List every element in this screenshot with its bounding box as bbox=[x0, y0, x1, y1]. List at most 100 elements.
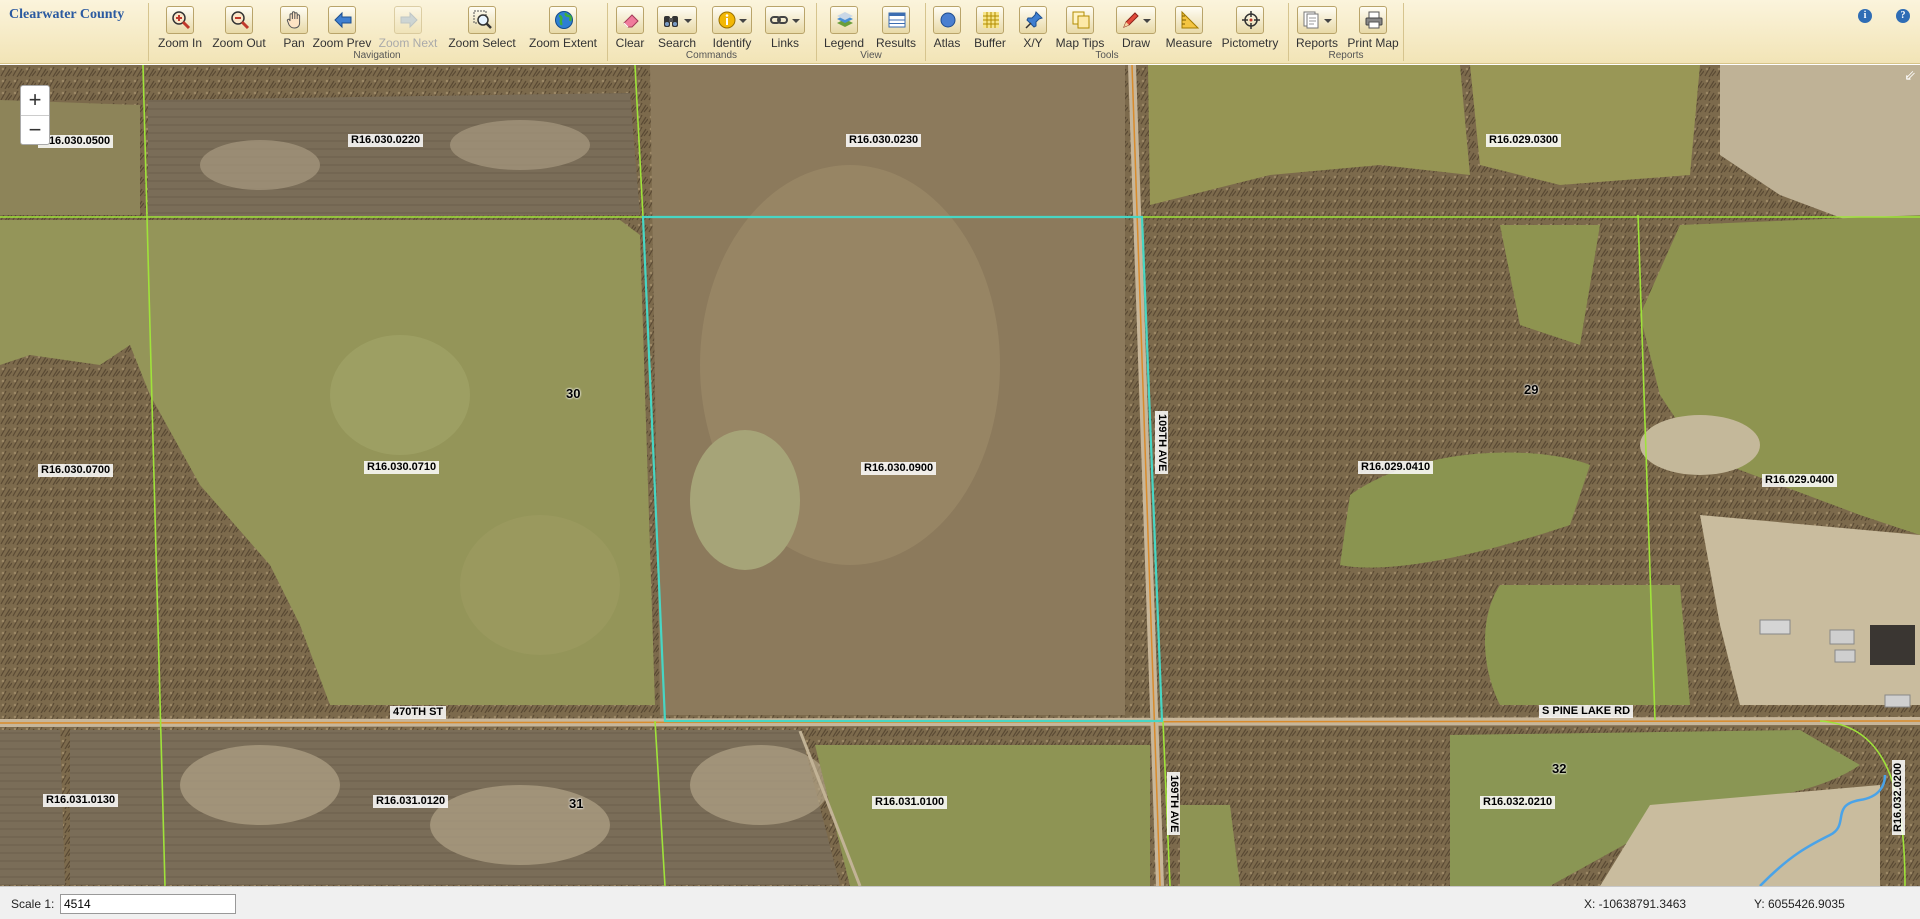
zoom-next-label: Zoom Next bbox=[378, 36, 438, 50]
arrow-left-icon bbox=[328, 6, 356, 34]
parcel-label: R16.031.0100 bbox=[872, 796, 948, 809]
layers-icon bbox=[830, 6, 858, 34]
zoom-control: + − bbox=[20, 85, 50, 145]
clearing bbox=[690, 430, 800, 570]
measure-label: Measure bbox=[1165, 36, 1213, 50]
zoom-extent-button[interactable]: Zoom Extent bbox=[524, 4, 602, 50]
toolbar-separator bbox=[607, 3, 608, 61]
scale-input[interactable] bbox=[60, 894, 236, 914]
parcel-label: R16.029.0410 bbox=[1358, 461, 1434, 474]
toolbar-group-navigation: Zoom In Zoom Out Pan Zoom Prev Zoom Next bbox=[150, 2, 604, 62]
search-label: Search bbox=[657, 36, 697, 50]
hand-icon bbox=[280, 6, 308, 34]
app-title: Clearwater County bbox=[9, 7, 125, 22]
buffer-label: Buffer bbox=[974, 36, 1006, 50]
pencil-icon bbox=[1116, 6, 1156, 34]
x-coordinate: X: -10638791.3463 bbox=[1584, 897, 1687, 911]
parcel-label: R16.030.0710 bbox=[364, 461, 440, 474]
map-zoom-in-button[interactable]: + bbox=[21, 86, 49, 115]
pushpin-icon bbox=[1019, 6, 1047, 34]
zoom-out-icon bbox=[225, 6, 253, 34]
toolbar-separator bbox=[148, 3, 149, 61]
map-tips-button[interactable]: Map Tips bbox=[1049, 4, 1111, 50]
search-button[interactable]: Search bbox=[651, 4, 703, 50]
group-label-tools: Tools bbox=[1095, 50, 1119, 61]
section-number: 29 bbox=[1524, 382, 1539, 397]
reports-icon bbox=[1297, 6, 1337, 34]
draw-button[interactable]: Draw bbox=[1109, 4, 1163, 50]
road-label: 169TH AVE bbox=[1167, 772, 1180, 836]
clear-label: Clear bbox=[615, 36, 645, 50]
zoom-in-icon bbox=[166, 6, 194, 34]
parcel-label: R16.030.0230 bbox=[846, 134, 922, 147]
zoom-in-button[interactable]: Zoom In bbox=[152, 4, 208, 50]
binoculars-icon bbox=[657, 6, 697, 34]
parcel-label: R16.029.0400 bbox=[1762, 474, 1838, 487]
parcel-label: R16.030.0700 bbox=[38, 464, 114, 477]
group-label-navigation: Navigation bbox=[353, 50, 401, 61]
chain-link-icon bbox=[765, 6, 805, 34]
atlas-icon bbox=[933, 6, 961, 34]
arrow-right-icon bbox=[394, 6, 422, 34]
reports-button[interactable]: Reports bbox=[1290, 4, 1344, 50]
zoom-out-label: Zoom Out bbox=[212, 36, 266, 50]
zoom-prev-label: Zoom Prev bbox=[312, 36, 372, 50]
expand-icon[interactable]: ⇙ bbox=[1904, 67, 1916, 84]
table-icon bbox=[882, 6, 910, 34]
parcel-label: R16.030.0220 bbox=[348, 134, 424, 147]
zoom-prev-button[interactable]: Zoom Prev bbox=[310, 4, 374, 50]
field bbox=[815, 745, 1150, 886]
road-label: S PINE LAKE RD bbox=[1539, 705, 1634, 718]
zoom-select-button[interactable]: Zoom Select bbox=[444, 4, 520, 50]
eraser-icon bbox=[616, 6, 644, 34]
pictometry-button[interactable]: Pictometry bbox=[1215, 4, 1285, 50]
toolbar-group-view: Legend Results View bbox=[818, 2, 924, 62]
section-number: 32 bbox=[1552, 761, 1567, 776]
buffer-button[interactable]: Buffer bbox=[967, 4, 1013, 50]
zoom-extent-label: Zoom Extent bbox=[528, 36, 598, 50]
toolbar-group-reports: Reports Print Map Reports bbox=[1290, 2, 1402, 62]
zoom-next-button[interactable]: Zoom Next bbox=[376, 4, 440, 50]
xy-label: X/Y bbox=[1023, 36, 1043, 50]
road-label: 109TH AVE bbox=[1155, 411, 1168, 475]
atlas-button[interactable]: Atlas bbox=[927, 4, 967, 50]
info-icon[interactable]: i bbox=[1858, 9, 1872, 23]
parcel-label: R16.030.0900 bbox=[861, 462, 937, 475]
map-view[interactable]: R16.030.0500 R16.030.0220 R16.030.0230 R… bbox=[0, 65, 1920, 886]
zoom-out-button[interactable]: Zoom Out bbox=[208, 4, 270, 50]
road-label: 470TH ST bbox=[390, 706, 447, 719]
section-number: 30 bbox=[566, 386, 581, 401]
xy-button[interactable]: X/Y bbox=[1013, 4, 1053, 50]
zoom-select-label: Zoom Select bbox=[448, 36, 516, 50]
main-toolbar: Clearwater County Zoom In Zoom Out Pan Z… bbox=[0, 0, 1920, 64]
group-label-commands: Commands bbox=[685, 50, 738, 61]
aerial-imagery bbox=[0, 65, 1920, 886]
links-button[interactable]: Links bbox=[759, 4, 811, 50]
group-label-reports: Reports bbox=[1328, 50, 1364, 61]
measure-button[interactable]: Measure bbox=[1159, 4, 1219, 50]
globe-icon bbox=[549, 6, 577, 34]
map-tips-label: Map Tips bbox=[1055, 36, 1105, 50]
toolbar-group-tools: Atlas Buffer X/Y Map Tips Draw Measure P… bbox=[927, 2, 1287, 62]
identify-button[interactable]: Identify bbox=[705, 4, 759, 50]
print-map-button[interactable]: Print Map bbox=[1344, 4, 1402, 50]
toolbar-group-commands: Clear Search Identify Links Commands bbox=[609, 2, 814, 62]
tooltip-icon bbox=[1066, 6, 1094, 34]
y-coordinate: Y: 6055426.9035 bbox=[1754, 897, 1845, 911]
clear-button[interactable]: Clear bbox=[609, 4, 651, 50]
info-icon bbox=[712, 6, 752, 34]
buffer-grid-icon bbox=[976, 6, 1004, 34]
draw-label: Draw bbox=[1121, 36, 1150, 50]
ruler-icon bbox=[1175, 6, 1203, 34]
legend-button[interactable]: Legend bbox=[818, 4, 870, 50]
printer-icon bbox=[1359, 6, 1387, 34]
parcel-label: R16.032.0210 bbox=[1480, 796, 1556, 809]
map-zoom-out-button[interactable]: − bbox=[21, 115, 49, 144]
toolbar-separator bbox=[925, 3, 926, 61]
reports-label: Reports bbox=[1295, 36, 1339, 50]
toolbar-separator bbox=[1403, 3, 1404, 61]
results-button[interactable]: Results bbox=[870, 4, 922, 50]
results-label: Results bbox=[875, 36, 916, 50]
help-icon[interactable]: ? bbox=[1896, 9, 1910, 23]
identify-label: Identify bbox=[712, 36, 752, 50]
